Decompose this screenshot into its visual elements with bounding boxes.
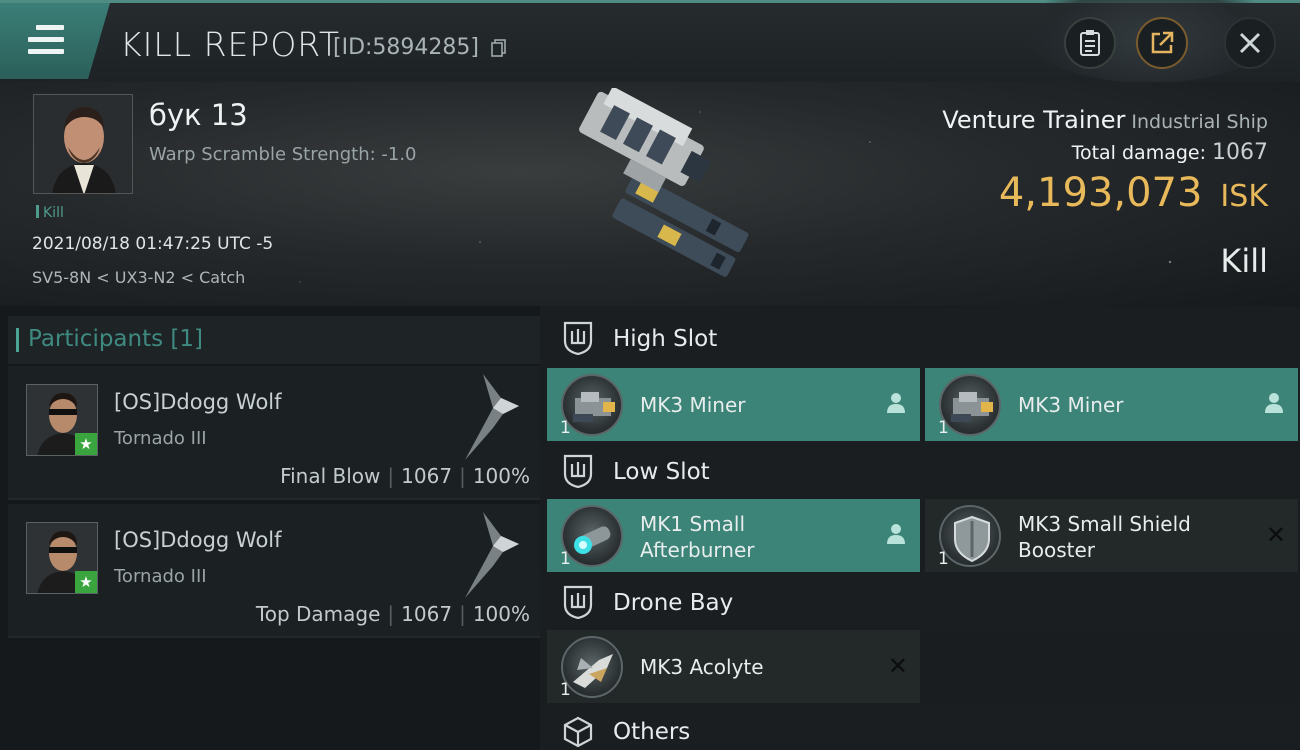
star-icon: ★ xyxy=(75,571,97,593)
high-slot-header: High Slot xyxy=(540,308,1300,368)
drone-bay-header: Drone Bay xyxy=(540,572,1300,632)
participant-damage: 1067 xyxy=(401,464,453,488)
person-icon xyxy=(887,524,905,544)
drone-bay-label: Drone Bay xyxy=(613,590,734,616)
participant-avatar[interactable]: ★ xyxy=(26,384,98,456)
tornado-ship-icon xyxy=(465,512,519,598)
warp-scramble-strength: Warp Scramble Strength: -1.0 xyxy=(149,144,417,165)
clipboard-button[interactable] xyxy=(1064,17,1116,69)
victim-ship-render xyxy=(579,88,749,277)
participant-stats: Top Damage | 1067 | 100% xyxy=(255,602,530,626)
item-name-line1: MK3 Small Shield xyxy=(1018,512,1191,536)
total-damage-value: 1067 xyxy=(1212,140,1268,165)
victim-name[interactable]: бук 13 xyxy=(149,98,248,132)
fitting-panel: High Slot 1 MK3 Miner 1 MK3 Miner Low Sl… xyxy=(540,306,1300,750)
participants-panel: Participants [1] ★ [OS]Ddogg Wolf Tornad… xyxy=(0,306,540,750)
item-quantity: 1 xyxy=(938,549,949,569)
participant-percent: 100% xyxy=(472,602,530,626)
item-name-line1: MK1 Small xyxy=(640,512,745,536)
ship-name[interactable]: Venture Trainer xyxy=(942,106,1125,134)
menu-button[interactable] xyxy=(0,3,110,79)
module-item[interactable]: 1 MK3 Miner xyxy=(547,368,920,441)
item-name: MK1 Small Afterburner xyxy=(640,511,754,563)
victim-summary: бук 13 Warp Scramble Strength: -1.0 Kill… xyxy=(0,82,1300,306)
isk-value-line: 4,193,073 ISK xyxy=(999,170,1268,216)
star-icon: ★ xyxy=(75,433,97,455)
total-damage-line: Total damage: 1067 xyxy=(1072,140,1268,165)
high-slot-label: High Slot xyxy=(613,326,718,352)
participant-row[interactable]: ★ [OS]Ddogg Wolf Tornado III Top Damage |… xyxy=(8,504,540,638)
high-slot-icon xyxy=(563,321,593,355)
item-name-line2: Afterburner xyxy=(640,538,755,562)
item-quantity: 1 xyxy=(560,549,571,569)
participant-name[interactable]: [OS]Ddogg Wolf xyxy=(114,390,282,414)
isk-currency: ISK xyxy=(1220,179,1268,214)
destroyed-x-icon: ✕ xyxy=(887,652,908,680)
module-item[interactable]: 1 MK3 Small Shield Booster ✕ xyxy=(925,499,1298,572)
kill-datetime: 2021/08/18 01:47:25 UTC -5 xyxy=(32,234,274,254)
total-damage-label: Total damage: xyxy=(1071,142,1206,164)
participant-ship: Tornado III xyxy=(114,428,207,449)
clipboard-icon xyxy=(1080,30,1100,56)
others-label: Others xyxy=(613,719,691,745)
low-slot-icon xyxy=(563,454,593,488)
participant-percent: 100% xyxy=(472,464,530,488)
drone-item[interactable]: 1 MK3 Acolyte ✕ xyxy=(547,630,920,703)
ship-name-line: Venture Trainer Industrial Ship xyxy=(942,106,1268,134)
tornado-ship-icon xyxy=(465,374,519,460)
menu-icon xyxy=(28,25,64,55)
close-icon xyxy=(1239,32,1261,54)
participant-ship: Tornado III xyxy=(114,566,207,587)
report-id: [ID:5894285] xyxy=(333,35,479,60)
header-accent-bar xyxy=(16,328,19,352)
participants-header: Participants [1] xyxy=(8,316,540,364)
participant-role: Final Blow xyxy=(280,464,381,488)
victim-portrait[interactable] xyxy=(33,94,133,194)
person-icon xyxy=(887,393,905,413)
participant-stats: Final Blow | 1067 | 100% xyxy=(280,464,530,488)
drone-bay-icon xyxy=(563,585,593,619)
share-icon xyxy=(1151,31,1174,54)
cargo-box-icon xyxy=(563,716,593,748)
item-name: MK3 Miner xyxy=(640,393,746,417)
participants-title: Participants [1] xyxy=(28,326,203,352)
item-name: MK3 Small Shield Booster xyxy=(1018,511,1191,563)
header-bar: KILL REPORT [ID:5894285] xyxy=(0,0,1300,83)
copy-icon[interactable] xyxy=(491,39,507,57)
item-quantity: 1 xyxy=(560,680,571,700)
item-name-line2: Booster xyxy=(1018,538,1095,562)
participant-avatar[interactable]: ★ xyxy=(26,522,98,594)
share-button[interactable] xyxy=(1136,17,1188,69)
item-name: MK3 Miner xyxy=(1018,393,1124,417)
participant-name[interactable]: [OS]Ddogg Wolf xyxy=(114,528,282,552)
kill-tag: Kill xyxy=(36,205,64,221)
others-header: Others xyxy=(540,703,1300,750)
person-icon xyxy=(1265,393,1283,413)
destroyed-x-icon: ✕ xyxy=(1265,521,1286,549)
module-item[interactable]: 1 MK1 Small Afterburner xyxy=(547,499,920,572)
ship-class: Industrial Ship xyxy=(1131,111,1268,133)
low-slot-label: Low Slot xyxy=(613,459,710,485)
page-title: KILL REPORT xyxy=(120,25,340,64)
module-item[interactable]: 1 MK3 Miner xyxy=(925,368,1298,441)
participant-row[interactable]: ★ [OS]Ddogg Wolf Tornado III Final Blow |… xyxy=(8,366,540,500)
close-button[interactable] xyxy=(1224,17,1276,69)
low-slot-header: Low Slot xyxy=(540,441,1300,501)
item-quantity: 1 xyxy=(560,418,571,438)
isk-amount: 4,193,073 xyxy=(998,170,1203,216)
participant-role: Top Damage xyxy=(255,602,381,626)
item-name: MK3 Acolyte xyxy=(640,655,764,679)
item-quantity: 1 xyxy=(938,418,949,438)
kill-result: Kill xyxy=(1220,242,1268,280)
participant-damage: 1067 xyxy=(401,602,453,626)
kill-location[interactable]: SV5-8N < UX3-N2 < Catch xyxy=(32,268,245,287)
